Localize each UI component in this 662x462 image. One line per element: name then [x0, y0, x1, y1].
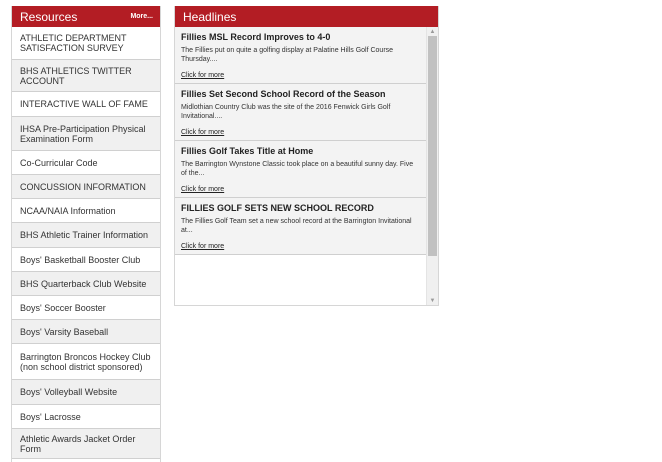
- resource-item-lacrosse[interactable]: Boys' Lacrosse: [12, 405, 160, 429]
- headline-summary: The Fillies put on quite a golfing displ…: [181, 47, 394, 63]
- headline-item: Fillies Golf Takes Title at Home The Bar…: [175, 141, 426, 198]
- resource-item-co-curricular-code[interactable]: Co-Curricular Code: [12, 151, 160, 175]
- resource-item-ihsa-form[interactable]: IHSA Pre-Participation Physical Examinat…: [12, 117, 160, 151]
- headlines-header: Headlines: [175, 6, 438, 27]
- scroll-down-arrow-icon[interactable]: ▼: [427, 296, 438, 305]
- resource-item-label: ATHLETIC DEPARTMENT SATISFACTION SURVEY: [20, 33, 127, 53]
- resource-item-label: Boys' Basketball Booster Club: [20, 254, 141, 265]
- resources-list: ATHLETIC DEPARTMENT SATISFACTION SURVEY …: [12, 27, 160, 459]
- headline-summary: The Fillies Golf Team set a new school r…: [181, 218, 412, 234]
- resource-item-label: BHS Quarterback Club Website: [20, 278, 147, 289]
- click-for-more-link[interactable]: Click for more: [181, 185, 224, 194]
- resource-item-concussion-info[interactable]: CONCUSSION INFORMATION: [12, 175, 160, 199]
- headline-title[interactable]: Fillies MSL Record Improves to 4-0: [181, 32, 420, 43]
- resource-item-label: CONCUSSION INFORMATION: [20, 181, 146, 192]
- click-for-more-link[interactable]: Click for more: [181, 242, 224, 251]
- resource-item-satisfaction-survey[interactable]: ATHLETIC DEPARTMENT SATISFACTION SURVEY: [12, 27, 160, 60]
- headline-item: Fillies Set Second School Record of the …: [175, 84, 426, 141]
- resources-panel: Resources More... ATHLETIC DEPARTMENT SA…: [11, 6, 161, 462]
- headline-item: FILLIES GOLF SETS NEW SCHOOL RECORD The …: [175, 198, 426, 255]
- resource-item-varsity-baseball[interactable]: Boys' Varsity Baseball: [12, 320, 160, 344]
- headline-title[interactable]: Fillies Set Second School Record of the …: [181, 89, 420, 100]
- headlines-panel: Headlines Fillies MSL Record Improves to…: [174, 6, 439, 306]
- headline-title[interactable]: FILLIES GOLF SETS NEW SCHOOL RECORD: [181, 203, 420, 214]
- resource-item-label: IHSA Pre-Participation Physical Examinat…: [20, 123, 146, 144]
- scroll-up-arrow-icon[interactable]: ▲: [427, 27, 438, 36]
- resource-item-basketball-booster[interactable]: Boys' Basketball Booster Club: [12, 248, 160, 272]
- resource-item-label: BHS Athletic Trainer Information: [20, 230, 149, 240]
- resource-item-quarterback-club[interactable]: BHS Quarterback Club Website: [12, 272, 160, 296]
- resource-item-label: Barrington Broncos Hockey Club (non scho…: [20, 351, 151, 372]
- resource-item-hockey-club[interactable]: Barrington Broncos Hockey Club (non scho…: [12, 344, 160, 380]
- resource-item-label: Boys' Varsity Baseball: [20, 326, 109, 337]
- resources-title: Resources: [20, 9, 78, 24]
- headline-title[interactable]: Fillies Golf Takes Title at Home: [181, 146, 420, 157]
- resource-item-label: Boys' Lacrosse: [20, 411, 81, 422]
- resource-item-ncaa-naia[interactable]: NCAA/NAIA Information: [12, 199, 160, 223]
- resource-item-label: Athletic Awards Jacket Order Form: [20, 433, 136, 454]
- resource-item-label: NCAA/NAIA Information: [20, 205, 116, 216]
- headlines-scroll-area: Fillies MSL Record Improves to 4-0 The F…: [175, 27, 438, 305]
- resources-header: Resources More...: [12, 6, 160, 27]
- resource-item-label: INTERACTIVE WALL OF FAME: [20, 99, 148, 109]
- click-for-more-link[interactable]: Click for more: [181, 71, 224, 80]
- resource-item-label: Boys' Soccer Booster: [20, 302, 106, 313]
- resource-item-wall-of-fame[interactable]: INTERACTIVE WALL OF FAME: [12, 92, 160, 117]
- resource-item-label: BHS ATHLETICS TWITTER ACCOUNT: [20, 65, 132, 86]
- resource-item-twitter-account[interactable]: BHS ATHLETICS TWITTER ACCOUNT: [12, 60, 160, 92]
- resource-item-athletic-trainer[interactable]: BHS Athletic Trainer Information: [12, 223, 160, 248]
- headlines-scrollbar[interactable]: ▲ ▼: [426, 27, 438, 305]
- resource-item-volleyball-website[interactable]: Boys' Volleyball Website: [12, 380, 160, 405]
- headline-summary: The Barrington Wynstone Classic took pla…: [181, 161, 414, 177]
- resource-item-label: Co-Curricular Code: [20, 157, 98, 168]
- resource-item-soccer-booster[interactable]: Boys' Soccer Booster: [12, 296, 160, 320]
- scrollbar-thumb[interactable]: [428, 36, 437, 256]
- resource-item-label: Boys' Volleyball Website: [20, 387, 118, 397]
- headlines-title: Headlines: [183, 9, 237, 24]
- click-for-more-link[interactable]: Click for more: [181, 128, 224, 137]
- more-link[interactable]: More...: [130, 13, 153, 20]
- headline-item: Fillies MSL Record Improves to 4-0 The F…: [175, 27, 426, 84]
- headline-summary: Midlothian Country Club was the site of …: [181, 104, 391, 120]
- resource-item-awards-jacket[interactable]: Athletic Awards Jacket Order Form: [12, 429, 160, 459]
- headlines-list: Fillies MSL Record Improves to 4-0 The F…: [175, 27, 426, 305]
